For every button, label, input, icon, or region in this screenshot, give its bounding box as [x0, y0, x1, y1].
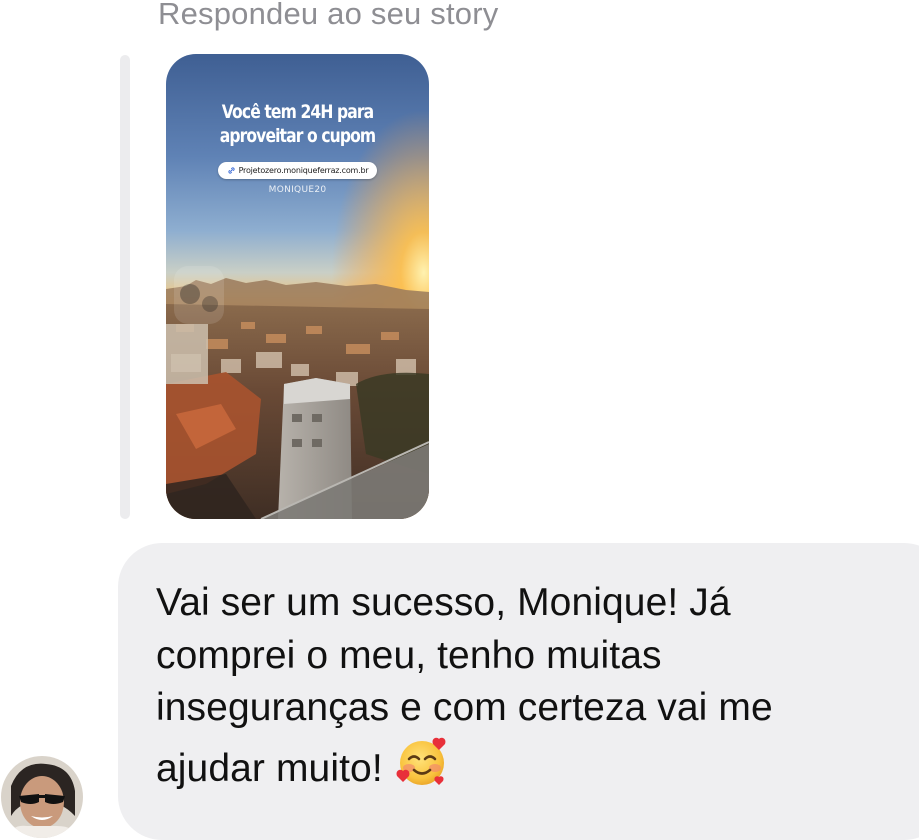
message-line-3: inseguranças e com certeza vai me [156, 686, 773, 729]
message-line-4: ajudar muito! [156, 735, 919, 804]
message-line-2: comprei o meu, tenho muitas [156, 633, 662, 677]
message-line-4-text: ajudar muito! [156, 746, 383, 790]
link-icon [227, 167, 235, 174]
story-sunset-image [166, 54, 429, 519]
story-link-text: Projetozero.moniqueferraz.com.br [238, 166, 369, 175]
story-thumbnail[interactable]: Você tem 24H para aproveitar o cupom Pro… [166, 54, 429, 519]
story-headline-line-1: Você tem 24H para [221, 101, 374, 123]
dm-thread: Respondeu ao seu story Você tem 24H para… [0, 0, 919, 840]
story-headline-line-2: aproveitar o cupom [219, 125, 376, 147]
smiling-face-with-hearts-icon [395, 735, 449, 804]
story-coupon-code: MONIQUE20 [268, 185, 327, 195]
message-line-1: Vai ser um sucesso, Monique! Já [156, 581, 731, 624]
reply-quote-bar [120, 55, 130, 519]
story-link-sticker[interactable]: Projetozero.moniqueferraz.com.br [218, 162, 377, 179]
message-text: Vai ser um sucesso, Monique! Já comprei … [156, 577, 919, 803]
sender-avatar[interactable] [1, 756, 83, 838]
story-reply-caption: Respondeu ao seu story [158, 0, 499, 31]
